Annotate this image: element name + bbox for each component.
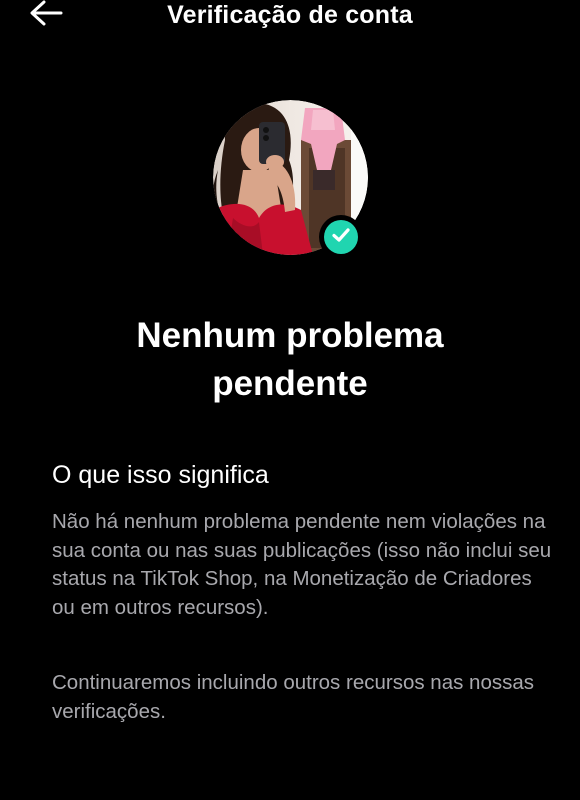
status-title: Nenhum problema pendente (136, 316, 444, 403)
top-bar: Verificação de conta (0, 0, 580, 34)
section-heading: O que isso significa (52, 461, 269, 489)
verified-badge (319, 215, 363, 259)
info-paragraph-1: Não há nenhum problema pendente nem viol… (52, 510, 552, 619)
info-paragraph-2: Continuaremos incluindo outros recursos … (52, 671, 535, 723)
profile-avatar-container (213, 100, 368, 259)
page-title: Verificação de conta (167, 1, 413, 29)
check-icon (330, 224, 352, 251)
